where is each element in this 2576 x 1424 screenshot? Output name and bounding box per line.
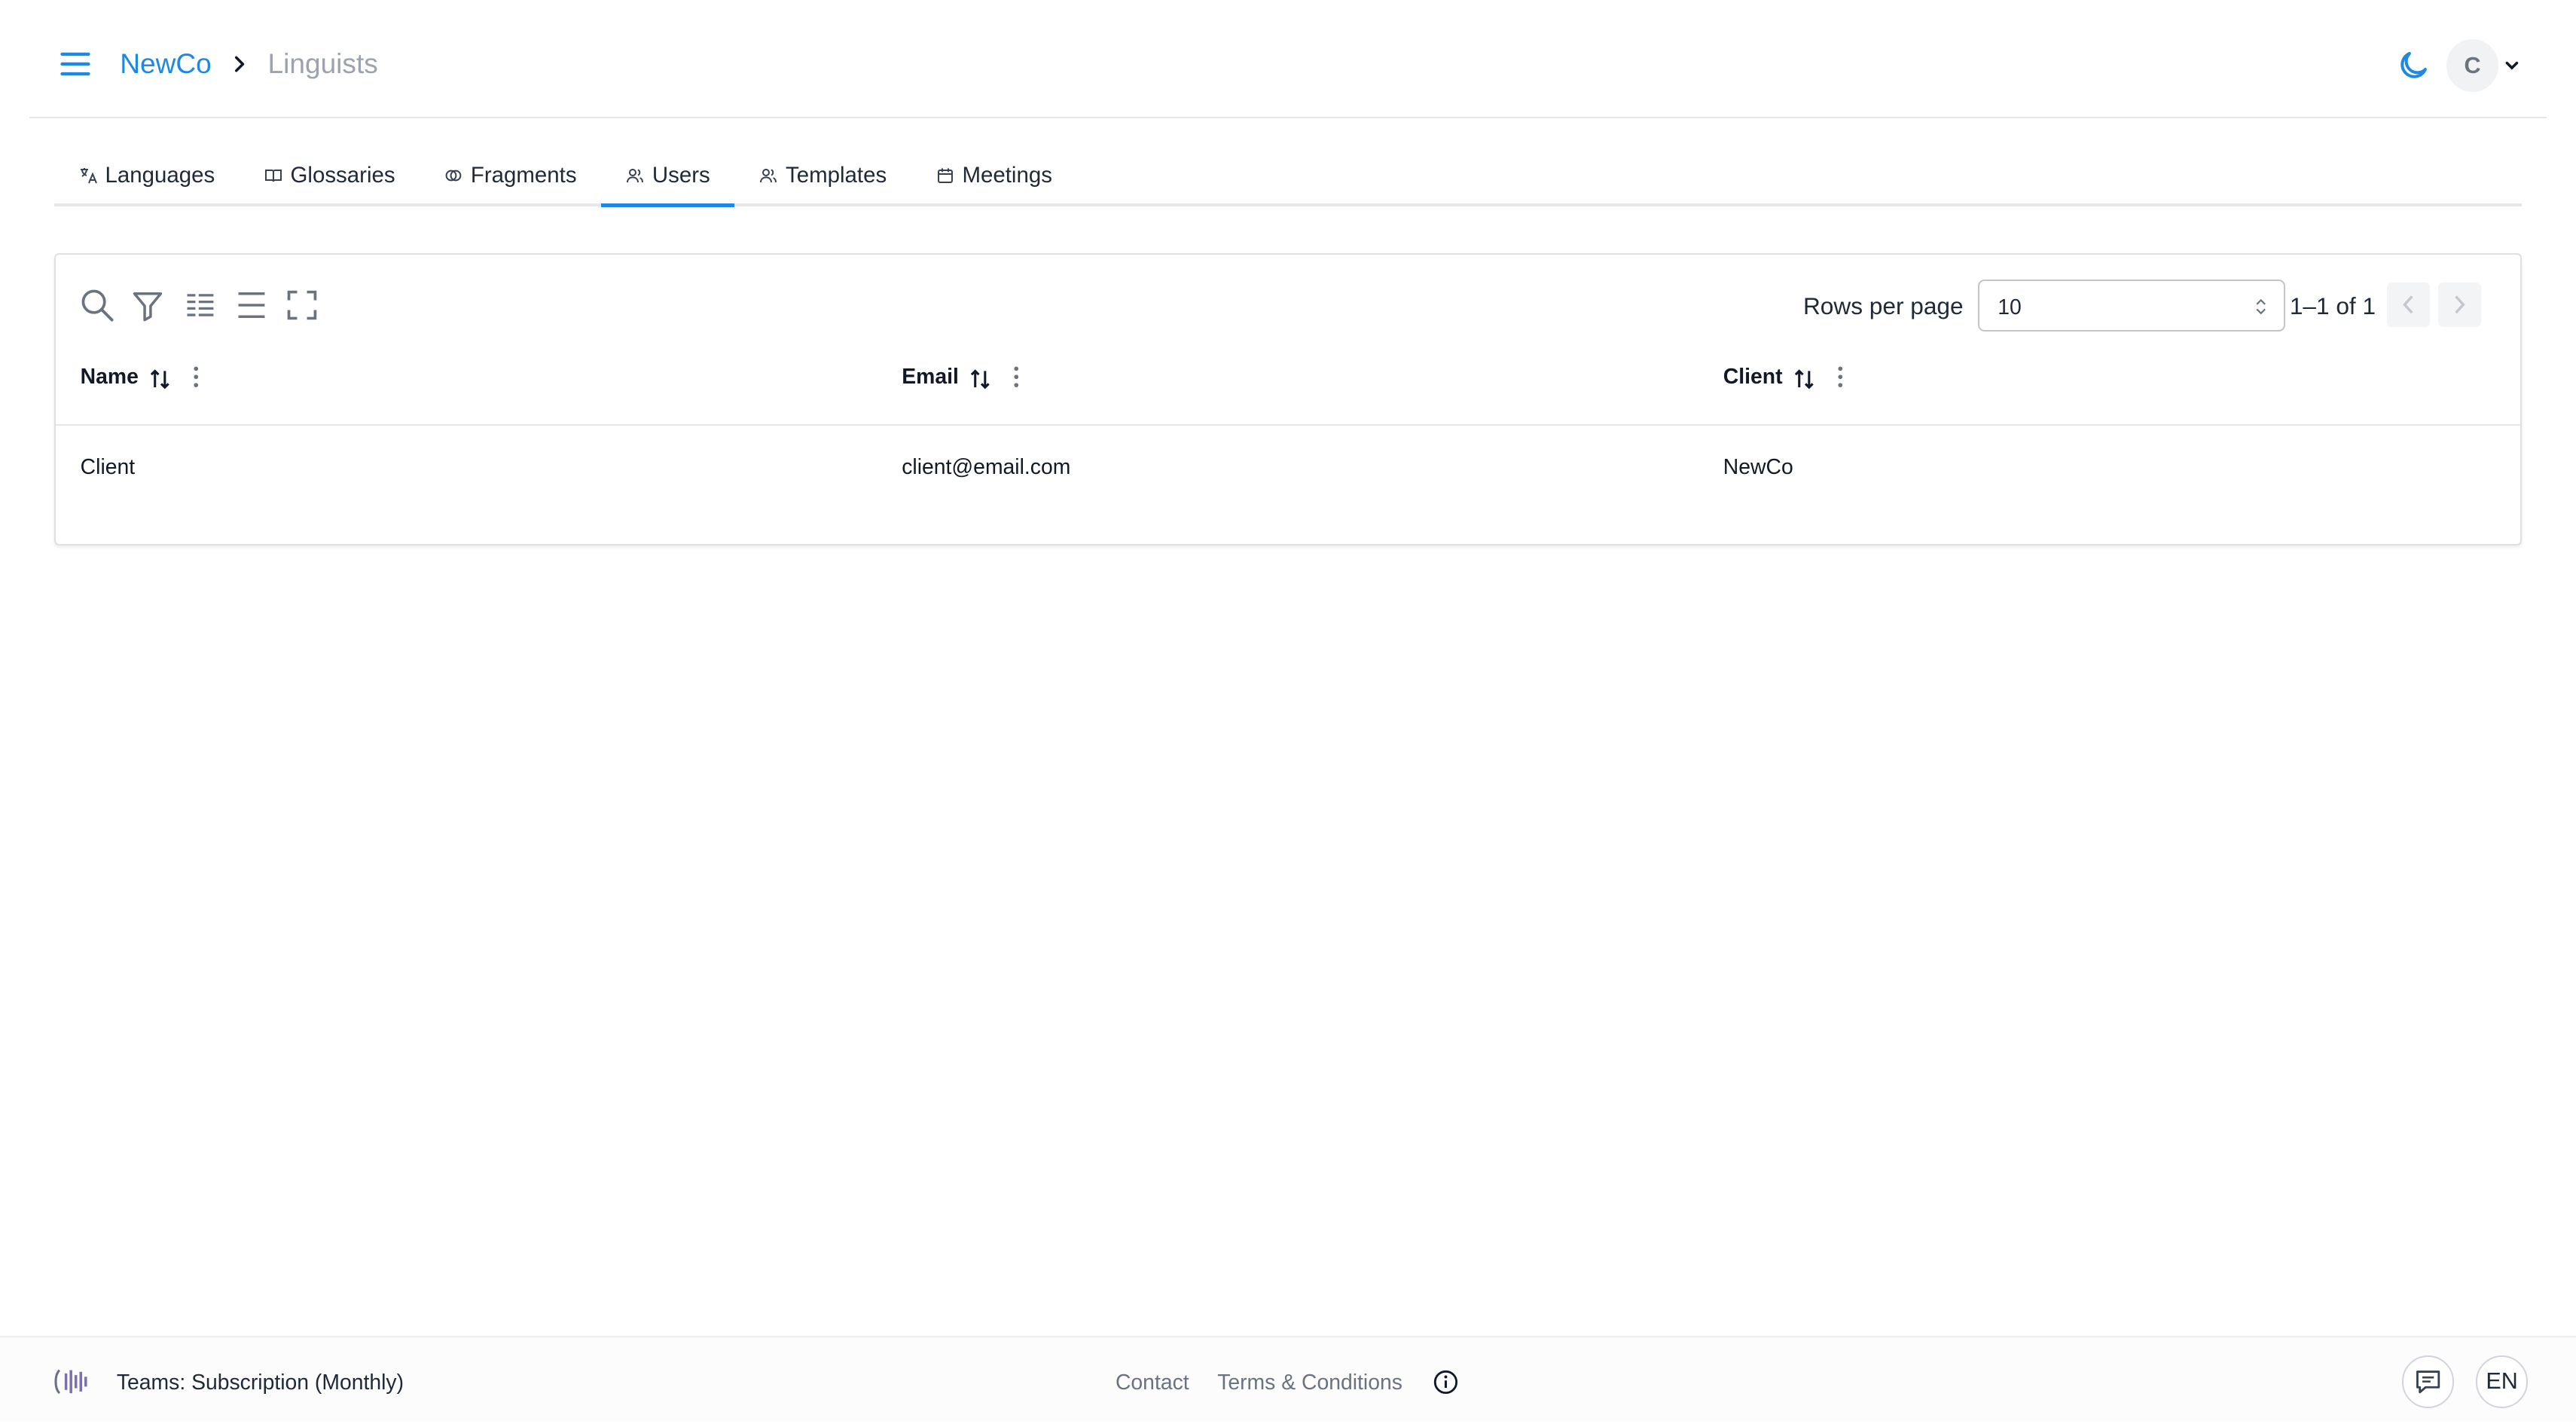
tab-fragments[interactable]: Fragments: [420, 148, 601, 203]
rows-per-page-select[interactable]: 10: [1978, 279, 2286, 332]
column-header-client[interactable]: Client: [1723, 363, 1851, 391]
terms-link[interactable]: Terms & Conditions: [1217, 1371, 1402, 1395]
columns-icon[interactable]: [182, 287, 218, 323]
column-header-label: Name: [80, 364, 139, 389]
chevron-down-icon[interactable]: [2504, 57, 2520, 74]
next-page-button[interactable]: [2437, 282, 2481, 327]
cell-email: client@email.com: [902, 454, 1071, 479]
users-icon: [760, 169, 777, 183]
pagination-range: 1–1 of 1: [2289, 292, 2376, 320]
chat-icon: [2416, 1371, 2440, 1394]
tab-label: Languages: [105, 163, 215, 188]
translate-icon: [80, 168, 97, 184]
cell-client: NewCo: [1723, 454, 1793, 479]
header-divider: [55, 423, 2520, 426]
tab-templates[interactable]: Templates: [734, 148, 911, 203]
chevron-left-icon: [2402, 295, 2413, 314]
subscription-plan: Teams: Subscription (Monthly): [116, 1370, 404, 1395]
fullscreen-icon[interactable]: [284, 287, 320, 323]
column-menu-icon[interactable]: [1005, 365, 1028, 389]
sort-icon[interactable]: [969, 368, 992, 391]
footer: Teams: Subscription (Monthly) Contact Te…: [0, 1336, 2576, 1422]
tab-meetings[interactable]: Meetings: [911, 148, 1077, 203]
tab-bar: Languages Glossaries Fragments Users Tem…: [53, 148, 2522, 207]
column-menu-icon[interactable]: [1829, 365, 1852, 389]
tab-label: Fragments: [470, 163, 577, 188]
sort-icon[interactable]: [148, 368, 172, 391]
previous-page-button[interactable]: [2387, 282, 2431, 327]
cell-name: Client: [80, 454, 136, 479]
users-table: Rows per page 10 1–1 of 1 Name Email Cli…: [53, 252, 2522, 545]
rows-per-page-label: Rows per page: [1802, 292, 1964, 320]
tab-label: Templates: [786, 163, 887, 188]
top-bar: NewCo Linguists C: [29, 0, 2547, 118]
fragments-icon: [445, 170, 462, 182]
contact-link[interactable]: Contact: [1116, 1371, 1189, 1395]
calendar-icon: [937, 168, 953, 184]
logo-icon: [51, 1365, 90, 1398]
tab-users[interactable]: Users: [601, 148, 735, 207]
search-icon[interactable]: [79, 287, 115, 323]
sort-icon[interactable]: [1793, 368, 1816, 391]
tab-glossaries[interactable]: Glossaries: [240, 148, 420, 203]
book-icon: [264, 170, 282, 182]
tab-label: Users: [652, 163, 710, 188]
column-menu-icon[interactable]: [185, 365, 208, 389]
density-icon[interactable]: [233, 287, 270, 323]
column-header-email[interactable]: Email: [902, 363, 1027, 391]
column-header-label: Email: [902, 364, 959, 389]
column-header-label: Client: [1723, 364, 1783, 389]
chevron-right-icon: [230, 54, 249, 74]
info-icon[interactable]: [1433, 1369, 1459, 1395]
breadcrumb-current: Linguists: [267, 47, 378, 80]
tab-label: Meetings: [962, 163, 1052, 188]
column-header-name[interactable]: Name: [81, 363, 208, 391]
select-arrows-icon: [2256, 299, 2266, 315]
rows-per-page-value: 10: [1998, 295, 2022, 320]
menu-icon[interactable]: [57, 46, 93, 82]
chevron-right-icon: [2455, 295, 2466, 314]
filter-icon[interactable]: [130, 287, 166, 323]
moon-icon[interactable]: [2395, 47, 2431, 84]
tab-label: Glossaries: [290, 163, 395, 188]
language-button[interactable]: EN: [2475, 1355, 2529, 1408]
breadcrumb-home[interactable]: NewCo: [120, 47, 212, 80]
users-icon: [626, 169, 643, 183]
chat-button[interactable]: [2401, 1355, 2455, 1408]
avatar[interactable]: C: [2446, 39, 2499, 93]
tab-languages[interactable]: Languages: [54, 148, 240, 203]
